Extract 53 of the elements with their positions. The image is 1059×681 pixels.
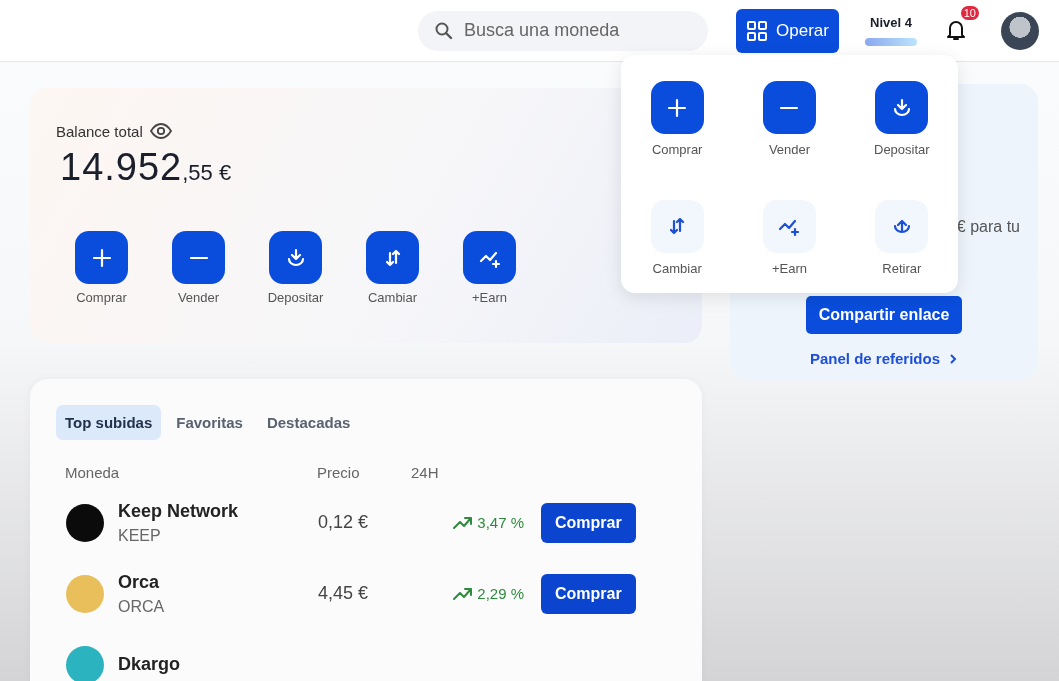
action-label: +Earn [471,290,508,305]
deposit-action-button[interactable] [269,231,322,284]
coin-price: 4,45 € [318,583,370,604]
buy-button[interactable]: Comprar [541,502,636,543]
eye-icon[interactable] [148,122,173,140]
market-tab[interactable]: Top subidas [56,405,162,440]
column-header: Moneda [65,464,121,481]
column-header: Precio [317,464,361,481]
column-header: 24H [411,464,439,481]
withdraw-menu-button[interactable] [875,199,929,253]
action-label: Depositar [267,290,324,305]
plus-action-button[interactable] [75,231,128,284]
notification-badge: 10 [960,5,979,20]
menu-item-label: Comprar [651,142,703,157]
coin-name: Keep Network [118,500,239,522]
referral-panel-link[interactable]: Panel de referidos [809,350,959,367]
earn-menu-button[interactable] [763,199,816,253]
plus-menu-button[interactable] [650,81,704,134]
coin-name: Orca [118,571,161,593]
market-tab[interactable]: Favoritas [167,405,252,440]
minus-action-button[interactable] [172,231,225,284]
swap-action-button[interactable] [366,231,419,284]
level-bar [865,38,917,46]
chevron-right-icon [948,352,959,365]
coin-name: Dkargo [118,654,180,675]
action-label: Vender [177,290,220,305]
menu-item-label: Depositar [874,142,930,157]
coin-price: 0,12 € [318,512,370,533]
level-label: Nivel 4 [870,15,912,30]
coin-ticker: KEEP [118,526,162,545]
operate-button[interactable]: Operar [736,8,839,53]
search-field[interactable]: Busca una moneda [418,10,709,51]
swap-menu-button[interactable] [650,199,704,253]
menu-item-label: Cambiar [652,260,702,276]
buy-button[interactable]: Comprar [541,573,636,614]
share-link-button[interactable]: Compartir enlace [805,296,963,334]
grid-icon [746,19,769,42]
trend-up-icon [453,515,474,530]
menu-item-label: +Earn [771,260,807,276]
minus-menu-button[interactable] [763,81,816,134]
menu-item-label: Retirar [882,260,922,276]
price-change: 3,47 % [477,514,524,531]
action-label: Comprar [76,290,127,305]
market-tab[interactable]: Destacadas [257,405,360,440]
earn-action-button[interactable] [463,231,516,284]
avatar[interactable] [1001,11,1039,50]
trend-up-icon [453,586,474,601]
coin-ticker: ORCA [118,597,165,616]
action-label: Cambiar [367,290,418,305]
price-change: 2,29 % [477,585,524,602]
deposit-menu-button[interactable] [875,81,929,134]
balance-label: Balance total [56,122,143,140]
menu-item-label: Vender [768,142,811,157]
